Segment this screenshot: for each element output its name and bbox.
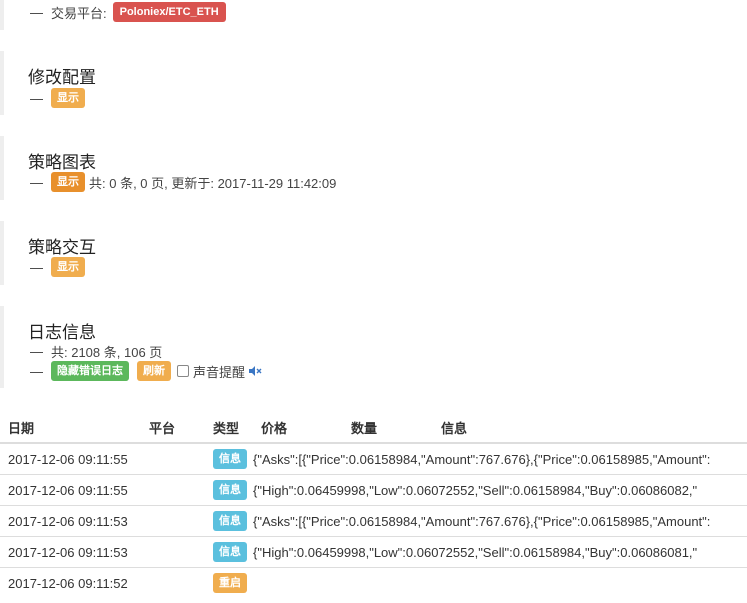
log-info-section: 日志信息 — 共: 2108 条, 106 页 — 隐藏错误日志 刷新 声音提醒 xyxy=(0,306,747,388)
strategy-chart-summary: 共: 0 条, 0 页, 更新于: 2017-11-29 11:42:09 xyxy=(89,175,337,191)
row-date: 2017-12-06 09:11:53 xyxy=(0,505,141,537)
table-row: 2017-12-06 09:11:52 重启 xyxy=(0,567,747,598)
log-info-title: 日志信息 xyxy=(28,323,96,342)
table-row: 2017-12-06 09:11:55 信息 {"Asks":[{"Price":0… xyxy=(0,442,747,475)
dash: — xyxy=(30,174,43,190)
row-date: 2017-12-06 09:11:55 xyxy=(0,474,141,506)
row-type: 信息 xyxy=(205,505,253,537)
row-platform xyxy=(141,474,205,506)
col-platform: 平台 xyxy=(141,412,205,444)
row-message: {"High":0.06459998,"Low":0.06072552,"Sel… xyxy=(253,474,747,506)
sound-alert-label: 声音提醒 xyxy=(193,364,246,380)
row-type: 重启 xyxy=(205,567,253,598)
row-date: 2017-12-06 09:11:53 xyxy=(0,536,141,568)
row-message: {"Asks":[{"Price":0.06158984,"Amount":76… xyxy=(253,442,747,475)
strategy-chart-section: 策略图表 — 显示 共: 0 条, 0 页, 更新于: 2017-11-29 1… xyxy=(0,136,747,200)
row-message: {"Asks":[{"Price":0.06158984,"Amount":76… xyxy=(253,505,747,537)
row-platform xyxy=(141,536,205,568)
type-badge: 重启 xyxy=(213,573,247,593)
platform-badge: Poloniex/ETC_ETH xyxy=(112,2,226,22)
speaker-muted-icon[interactable] xyxy=(249,364,262,379)
table-row: 2017-12-06 09:11:53 信息 {"High":0.06459998,… xyxy=(0,536,747,568)
log-info-summary-line: — 共: 2108 条, 106 页 xyxy=(30,342,162,361)
dash: — xyxy=(30,4,43,20)
log-info-summary: 共: 2108 条, 106 页 xyxy=(51,345,163,360)
modify-config-line: — 显示 xyxy=(30,88,85,108)
log-table-body: 2017-12-06 09:11:55 信息 {"Asks":[{"Price":0… xyxy=(0,442,747,598)
strategy-interaction-title: 策略交互 xyxy=(28,238,96,257)
modify-config-title: 修改配置 xyxy=(28,68,96,87)
platform-line: — 交易平台: Poloniex/ETC_ETH xyxy=(30,2,226,22)
platform-label: 交易平台: xyxy=(51,5,107,21)
row-platform xyxy=(141,505,205,537)
row-message: {"High":0.06459998,"Low":0.06072552,"Sel… xyxy=(253,536,747,568)
col-date: 日期 xyxy=(0,412,141,444)
strategy-chart-line: — 显示 共: 0 条, 0 页, 更新于: 2017-11-29 11:42:… xyxy=(30,172,336,192)
type-badge: 信息 xyxy=(213,449,247,469)
row-date: 2017-12-06 09:11:55 xyxy=(0,442,141,475)
platform-section: — 交易平台: Poloniex/ETC_ETH xyxy=(0,0,747,30)
sound-alert-checkbox[interactable] xyxy=(177,365,189,377)
log-table-header: 日期 平台 类型 价格 数量 信息 xyxy=(0,412,747,444)
col-price: 价格 xyxy=(253,412,343,444)
dash: — xyxy=(30,90,43,106)
strategy-interaction-line: — 显示 xyxy=(30,257,85,277)
type-badge: 信息 xyxy=(213,511,247,531)
dash: — xyxy=(30,344,43,359)
row-type: 信息 xyxy=(205,474,253,506)
dash: — xyxy=(30,363,43,379)
row-platform xyxy=(141,442,205,475)
table-row: 2017-12-06 09:11:55 信息 {"High":0.06459998,… xyxy=(0,474,747,506)
col-info: 信息 xyxy=(433,412,747,444)
type-badge: 信息 xyxy=(213,480,247,500)
row-type: 信息 xyxy=(205,536,253,568)
row-message xyxy=(253,567,747,598)
strategy-chart-show-button[interactable]: 显示 xyxy=(51,172,85,192)
type-badge: 信息 xyxy=(213,542,247,562)
modify-config-section: 修改配置 — 显示 xyxy=(0,51,747,115)
log-info-controls: — 隐藏错误日志 刷新 声音提醒 xyxy=(30,361,262,381)
row-type: 信息 xyxy=(205,442,253,475)
dash: — xyxy=(30,259,43,275)
refresh-button[interactable]: 刷新 xyxy=(137,361,171,381)
strategy-interaction-section: 策略交互 — 显示 xyxy=(0,221,747,285)
row-date: 2017-12-06 09:11:52 xyxy=(0,567,141,598)
hide-error-log-button[interactable]: 隐藏错误日志 xyxy=(51,361,129,381)
modify-config-show-button[interactable]: 显示 xyxy=(51,88,85,108)
strategy-chart-title: 策略图表 xyxy=(28,153,96,172)
strategy-interaction-show-button[interactable]: 显示 xyxy=(51,257,85,277)
log-table: 日期 平台 类型 价格 数量 信息 2017-12-06 09:11:55 信息{… xyxy=(0,412,747,598)
col-amount: 数量 xyxy=(343,412,433,444)
table-row: 2017-12-06 09:11:53 信息 {"Asks":[{"Price":0… xyxy=(0,505,747,537)
row-platform xyxy=(141,567,205,598)
col-type: 类型 xyxy=(205,412,253,444)
